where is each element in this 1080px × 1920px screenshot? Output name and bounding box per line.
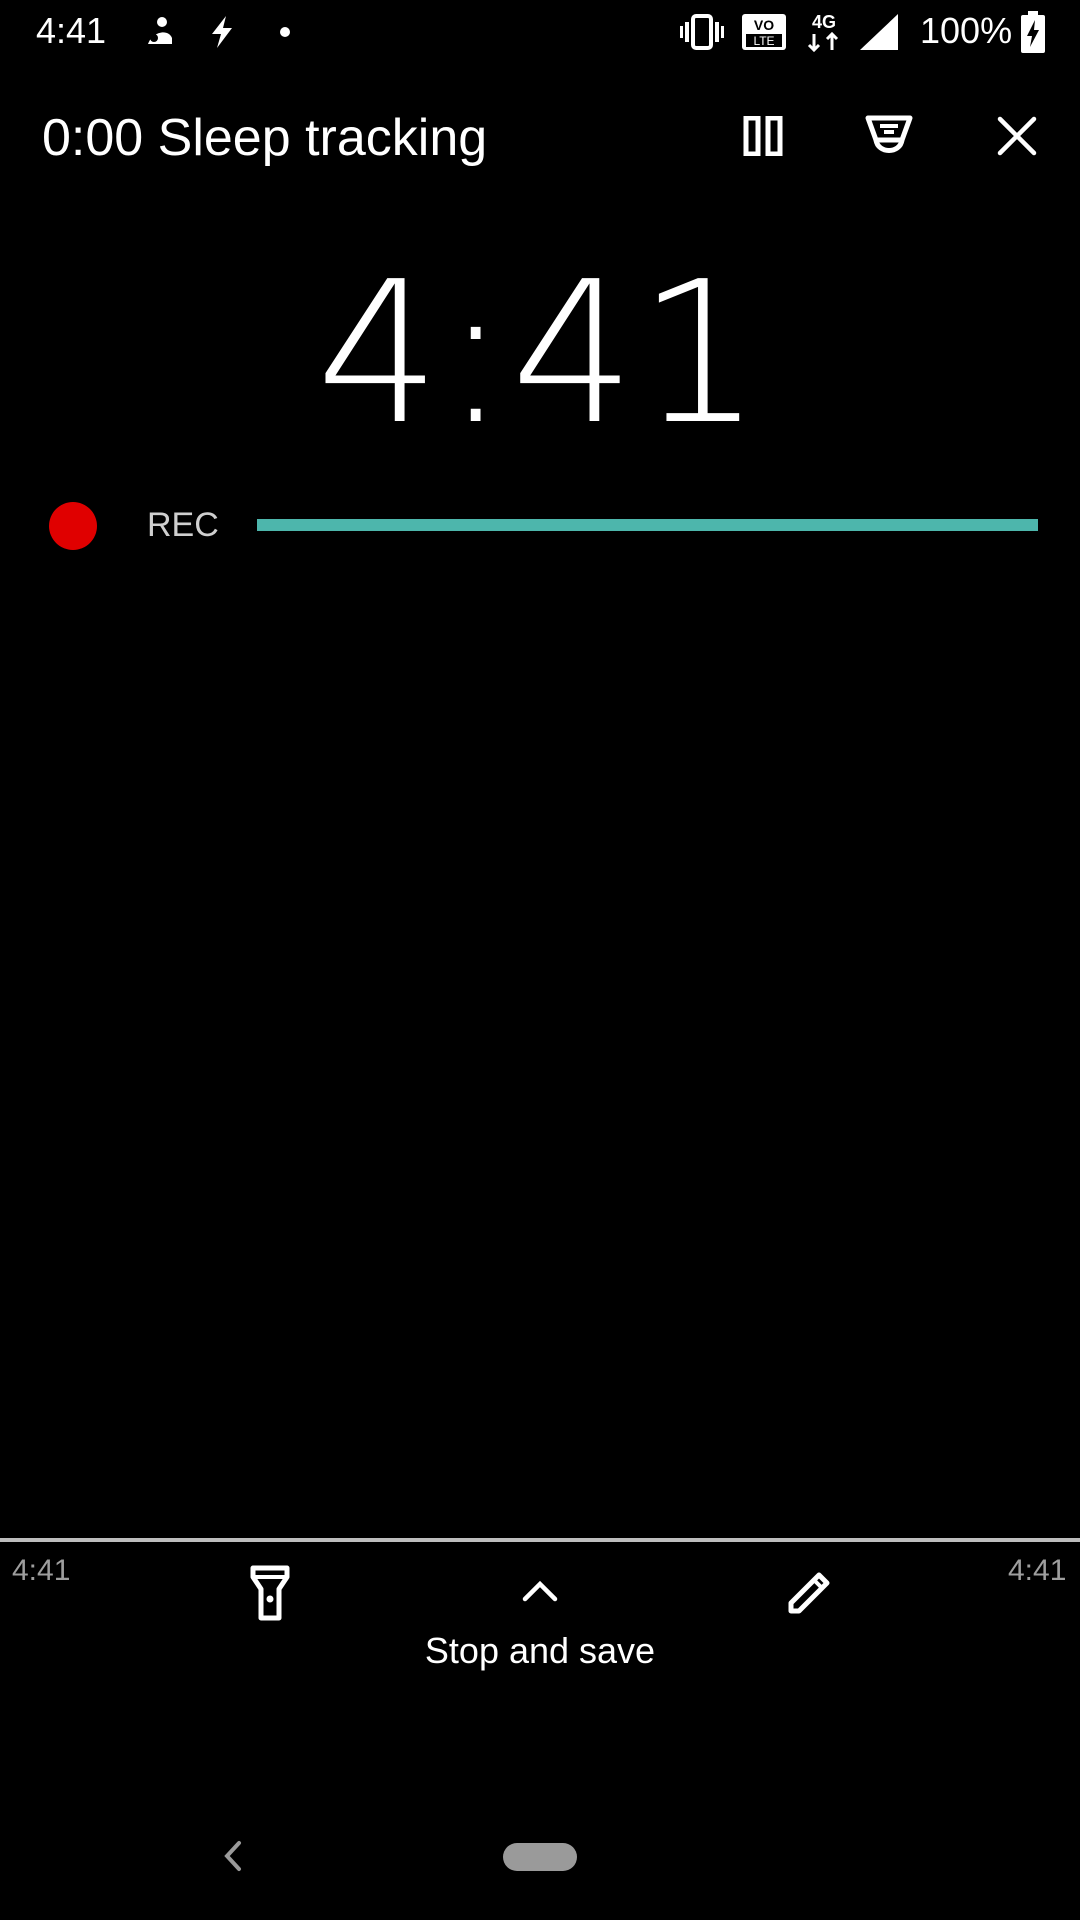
vibrate-icon — [680, 12, 724, 57]
rec-label: REC — [147, 506, 219, 544]
flash-icon — [206, 14, 238, 55]
battery-percent: 100% — [920, 10, 1013, 51]
signal-icon — [858, 12, 900, 57]
sound-level-fill — [257, 519, 1038, 531]
svg-text:4G: 4G — [812, 12, 836, 32]
pencil-icon — [783, 1567, 835, 1624]
chevron-up-icon — [520, 1577, 560, 1608]
flashlight-icon — [250, 1565, 290, 1626]
flashlight-button[interactable] — [230, 1555, 310, 1635]
close-button[interactable] — [981, 102, 1053, 174]
nav-back-button[interactable] — [212, 1838, 252, 1878]
status-bar: 4:41 VO LTE 4G 100% — [0, 0, 1080, 64]
battery-icon — [1020, 10, 1046, 59]
app-title: 0:00 Sleep tracking — [42, 109, 488, 167]
status-time: 4:41 — [36, 10, 107, 51]
assistant-icon — [142, 14, 178, 55]
edit-button[interactable] — [769, 1555, 849, 1635]
svg-text:VO: VO — [754, 17, 774, 33]
pause-icon — [743, 115, 783, 161]
tracking-start-time: 4:41 — [12, 1554, 71, 1587]
pause-button[interactable] — [727, 102, 799, 174]
chevron-left-icon — [221, 1839, 243, 1878]
bottom-divider — [0, 1538, 1080, 1542]
svg-text:LTE: LTE — [753, 34, 774, 48]
current-time-display: 4:41 — [315, 240, 765, 468]
volte-icon: VO LTE — [740, 12, 788, 57]
recording-indicator — [49, 502, 97, 550]
close-icon — [997, 116, 1037, 161]
dot-icon — [279, 25, 291, 43]
stop-and-save-button[interactable]: Stop and save — [0, 1630, 1080, 1672]
4g-icon: 4G — [804, 10, 844, 59]
expand-button[interactable] — [500, 1552, 580, 1632]
lullaby-icon — [864, 112, 914, 165]
nav-home-pill[interactable] — [503, 1843, 577, 1871]
sound-level-bar — [257, 519, 1038, 531]
lullaby-button[interactable] — [853, 102, 925, 174]
tracking-end-time: 4:41 — [1008, 1554, 1067, 1587]
